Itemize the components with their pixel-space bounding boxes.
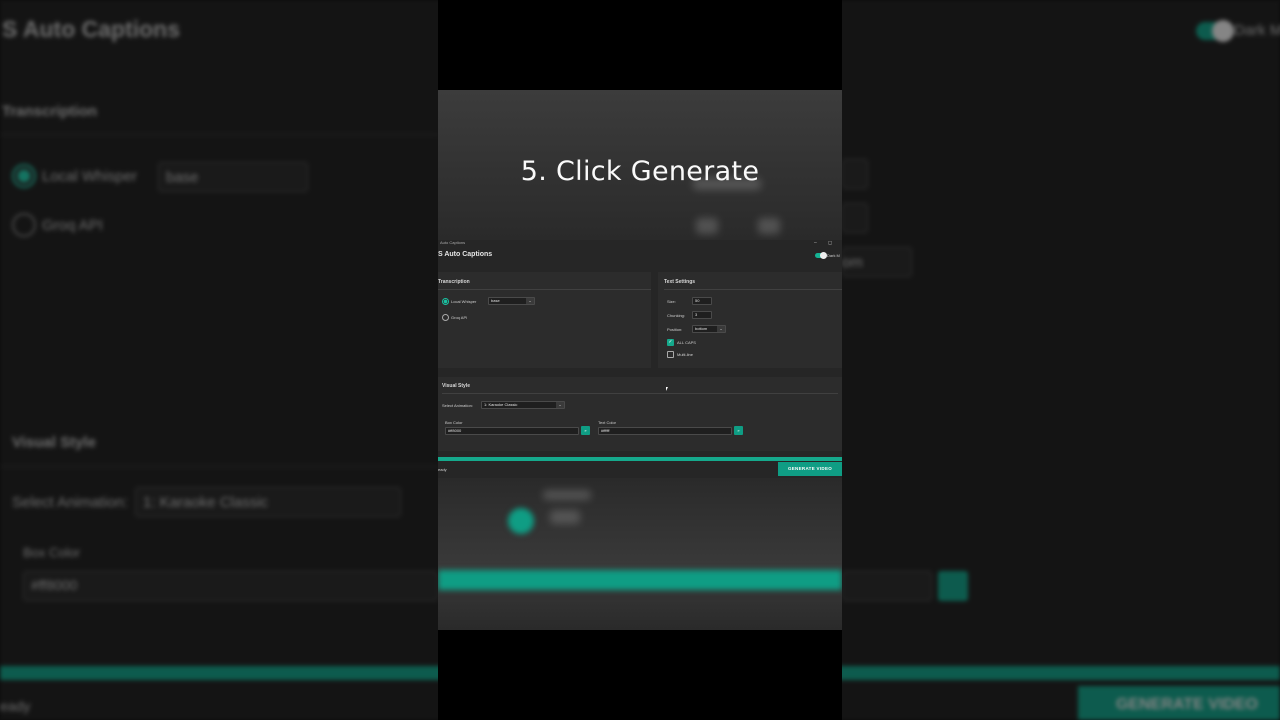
bg-app-title: S Auto Captions [2, 16, 181, 42]
position-label: Position: [667, 327, 683, 332]
panel-divider [438, 289, 651, 290]
dark-mode-label: Dark M [827, 253, 840, 258]
video-frame: 5. Click Generate Auto Captions – ◻ S Au… [438, 0, 842, 720]
bg-local-whisper-label: Local Whisper [42, 168, 138, 185]
ghost-shape [550, 510, 580, 524]
visual-style-panel: Visual Style Select Animation: 1: Karaok… [438, 377, 842, 451]
bg-text-color-field [842, 571, 932, 601]
text-color-label: Text Color [598, 420, 617, 425]
bg-radio-local [12, 164, 36, 188]
text-settings-title: Text Settings [664, 279, 696, 285]
transcription-title: Transcription [438, 279, 470, 285]
box-color-picker-button[interactable]: » [581, 426, 590, 435]
maximize-button[interactable]: ◻ [828, 240, 832, 246]
bg-animation-value: 1: Karaoke Classic [143, 494, 269, 511]
animation-select[interactable]: 1: Karaoke Classic ⌄ [481, 401, 565, 409]
bg-model-value: base [166, 169, 199, 186]
bg-transcription-title: Transcription [2, 103, 98, 120]
bg-divider-2 [0, 466, 438, 467]
size-input[interactable]: 50 [692, 297, 712, 305]
zoom-blur-bottom [438, 478, 842, 630]
window-titlebar: Auto Captions – ◻ [438, 240, 842, 247]
bg-radio-groq [12, 213, 36, 237]
bg-color-picker [938, 571, 968, 601]
ghost-shape [758, 218, 780, 234]
status-text: eady [438, 467, 447, 472]
window-title: Auto Captions [440, 240, 466, 245]
bg-groq-label: Groq API [42, 217, 103, 234]
position-value: bottom [695, 326, 708, 331]
box-color-input[interactable]: #ff8000 [445, 427, 579, 435]
chevron-down-icon: ⌄ [526, 298, 534, 304]
dark-mode-toggle[interactable] [815, 252, 827, 259]
app-window: Auto Captions – ◻ S Auto Captions Dark M… [438, 240, 842, 478]
bg-dark-mode-label: Dark M [1234, 22, 1280, 39]
groq-api-label: Groq API [451, 315, 468, 320]
panel-divider [664, 289, 842, 290]
all-caps-label: ALL CAPS [677, 340, 696, 345]
radio-local-whisper[interactable] [442, 298, 449, 305]
text-color-input[interactable]: #ffffff [598, 427, 732, 435]
text-color-picker-button[interactable]: » [734, 426, 743, 435]
box-color-label: Box Color [445, 420, 463, 425]
bg-box-color-field [23, 571, 438, 601]
model-value: base [491, 298, 500, 303]
chevron-down-icon: ⌄ [556, 402, 564, 408]
text-settings-panel: Text Settings Size: 50 Chunking: 3 Posit… [658, 272, 842, 368]
ghost-shape [543, 490, 591, 500]
bg-visual-style-title: Visual Style [12, 434, 96, 451]
screen: S Auto Captions Dark M Transcription Loc… [0, 0, 1280, 720]
bg-generate-label: GENERATE VIDEO [1116, 696, 1258, 713]
bg-chunking-field [842, 203, 868, 233]
model-select[interactable]: base ⌄ [488, 297, 535, 305]
bg-size-field [842, 159, 868, 189]
animation-value: 1: Karaoke Classic [484, 402, 518, 407]
visual-style-title: Visual Style [442, 383, 470, 389]
local-whisper-label: Local Whisper [451, 299, 477, 304]
generate-video-button[interactable]: GENERATE VIDEO [778, 462, 842, 476]
chunking-input[interactable]: 3 [692, 311, 712, 319]
bg-box-color-value: #ff8000 [31, 577, 78, 593]
chevron-down-icon: ⌄ [717, 326, 725, 332]
size-label: Size: [667, 299, 676, 304]
position-select[interactable]: bottom ⌄ [692, 325, 726, 333]
transcription-panel: Transcription Local Whisper base ⌄ Groq … [438, 272, 651, 368]
multi-line-label: Multi-line [677, 352, 694, 357]
radio-groq-api[interactable] [442, 314, 449, 321]
panel-divider [442, 393, 838, 394]
bg-status: eady [0, 698, 31, 714]
bg-box-color-label: Box Color [23, 545, 81, 560]
bg-position-value: om [842, 254, 863, 271]
app-title: S Auto Captions [438, 251, 493, 258]
select-animation-label: Select Animation: [442, 403, 473, 408]
bg-dark-mode-toggle [1196, 20, 1234, 42]
progress-bar [438, 457, 842, 461]
chunking-label: Chunking: [667, 313, 686, 318]
bg-select-animation-label: Select Animation: [12, 494, 128, 511]
tutorial-caption: 5. Click Generate [520, 156, 760, 187]
multi-line-checkbox[interactable] [667, 351, 674, 358]
minimize-button[interactable]: – [814, 240, 817, 246]
zoom-progress-glow [438, 570, 842, 590]
zoom-radio-glow [508, 508, 534, 534]
all-caps-checkbox[interactable]: ✓ [667, 339, 674, 346]
ghost-shape [696, 218, 718, 234]
mouse-cursor-icon [666, 387, 668, 391]
bg-divider [0, 134, 438, 135]
